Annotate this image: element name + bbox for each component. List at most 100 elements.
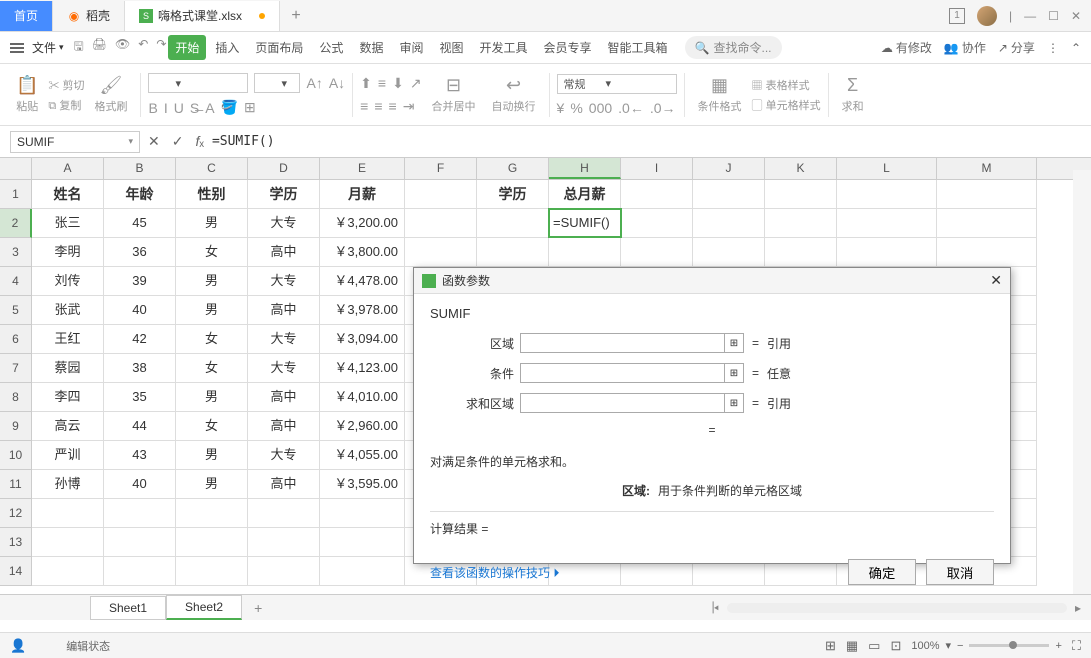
share-button[interactable]: ↗分享 (998, 39, 1035, 56)
row-10[interactable]: 10 (0, 441, 32, 470)
sheet-tab-2[interactable]: Sheet2 (166, 595, 242, 620)
col-H[interactable]: H (549, 158, 621, 179)
row-7[interactable]: 7 (0, 354, 32, 383)
dec-font-icon[interactable]: A↓ (329, 75, 345, 91)
font-select[interactable]: ▾ (148, 73, 248, 93)
cut-button[interactable]: ✂ 剪切 (48, 77, 84, 93)
cell-K2[interactable] (765, 209, 837, 237)
cell-C3[interactable]: 女 (176, 238, 248, 266)
redo-icon[interactable]: ↷ (156, 37, 166, 58)
menu-review[interactable]: 审阅 (392, 35, 430, 60)
cell-F1[interactable] (405, 180, 477, 208)
range-picker-icon[interactable]: ⊞ (724, 393, 744, 413)
scroll-start-icon[interactable]: ⎹◂ (702, 600, 719, 615)
cell-J2[interactable] (693, 209, 765, 237)
dialog-titlebar[interactable]: 函数参数 ✕ (414, 268, 1010, 294)
tab-home[interactable]: 首页 (0, 1, 53, 31)
cell-C5[interactable]: 男 (176, 296, 248, 324)
cell-E14[interactable] (320, 557, 405, 585)
cell-A14[interactable] (32, 557, 104, 585)
cell-A10[interactable]: 严训 (32, 441, 104, 469)
zoom-control[interactable]: 100%▾ − + (911, 639, 1062, 652)
cell-B7[interactable]: 38 (104, 354, 176, 382)
menu-formula[interactable]: 公式 (312, 35, 350, 60)
maximize-button[interactable]: ☐ (1048, 9, 1059, 23)
cell-L2[interactable] (837, 209, 937, 237)
view-layout-icon[interactable]: ▦ (846, 638, 858, 654)
cell-D14[interactable] (248, 557, 320, 585)
cell-E1[interactable]: 月薪 (320, 180, 405, 208)
tab-daoke[interactable]: ◉稻壳 (53, 1, 125, 31)
add-sheet-button[interactable]: + (242, 600, 274, 616)
cell-C12[interactable] (176, 499, 248, 527)
cell-K1[interactable] (765, 180, 837, 208)
expand-icon[interactable]: ⛶ (1072, 638, 1081, 654)
menu-tools[interactable]: 智能工具箱 (601, 35, 675, 60)
menu-view[interactable]: 视图 (432, 35, 470, 60)
cell-C14[interactable] (176, 557, 248, 585)
col-L[interactable]: L (837, 158, 937, 179)
cell-E6[interactable]: ￥3,094.00 (320, 325, 405, 353)
cell-M3[interactable] (937, 238, 1037, 266)
cell-G2[interactable] (477, 209, 549, 237)
row-12[interactable]: 12 (0, 499, 32, 528)
collab-button[interactable]: 👥协作 (944, 39, 986, 56)
cell-A8[interactable]: 李四 (32, 383, 104, 411)
cond-format[interactable]: ▦条件格式 (692, 75, 748, 114)
cell-A2[interactable]: 张三 (32, 209, 104, 237)
cell-D6[interactable]: 大专 (248, 325, 320, 353)
cell-C4[interactable]: 男 (176, 267, 248, 295)
cell-style[interactable]: ▢ 单元格样式 (752, 97, 821, 113)
orient-icon[interactable]: ↗ (410, 75, 422, 92)
zoom-out-icon[interactable]: − (957, 640, 963, 652)
row-8[interactable]: 8 (0, 383, 32, 412)
align-center-icon[interactable]: ≡ (374, 98, 382, 114)
cell-E11[interactable]: ￥3,595.00 (320, 470, 405, 498)
chevron-up-icon[interactable]: ⌃ (1071, 41, 1081, 55)
cell-D7[interactable]: 大专 (248, 354, 320, 382)
cell-B11[interactable]: 40 (104, 470, 176, 498)
cell-A4[interactable]: 刘传 (32, 267, 104, 295)
cell-A5[interactable]: 张武 (32, 296, 104, 324)
cell-D5[interactable]: 高中 (248, 296, 320, 324)
underline-icon[interactable]: U (174, 100, 184, 116)
cell-H2[interactable]: =SUMIF() (549, 209, 621, 237)
select-all-corner[interactable] (0, 158, 32, 179)
zoom-in-icon[interactable]: + (1055, 640, 1061, 652)
cell-C13[interactable] (176, 528, 248, 556)
avatar[interactable] (977, 6, 997, 26)
cell-A3[interactable]: 李明 (32, 238, 104, 266)
cell-C1[interactable]: 性别 (176, 180, 248, 208)
cell-B8[interactable]: 35 (104, 383, 176, 411)
cell-D10[interactable]: 大专 (248, 441, 320, 469)
param-input[interactable] (520, 363, 725, 383)
cell-E8[interactable]: ￥4,010.00 (320, 383, 405, 411)
size-select[interactable]: ▾ (254, 73, 300, 93)
col-A[interactable]: A (32, 158, 104, 179)
reading-icon[interactable]: ⊡ (890, 638, 901, 654)
view-normal-icon[interactable]: ⊞ (825, 638, 836, 654)
row-4[interactable]: 4 (0, 267, 32, 296)
cell-B9[interactable]: 44 (104, 412, 176, 440)
align-bot-icon[interactable]: ⬇ (392, 75, 404, 92)
cell-B14[interactable] (104, 557, 176, 585)
hamburger-icon[interactable] (10, 43, 24, 53)
cell-E4[interactable]: ￥4,478.00 (320, 267, 405, 295)
row-2[interactable]: 2 (0, 209, 32, 238)
zoom-slider[interactable] (969, 644, 1049, 647)
cell-E13[interactable] (320, 528, 405, 556)
align-top-icon[interactable]: ⬆ (360, 75, 372, 92)
menu-data[interactable]: 数据 (352, 35, 390, 60)
save-icon[interactable]: 🖫 (74, 37, 84, 58)
cell-B10[interactable]: 43 (104, 441, 176, 469)
person-icon[interactable]: 👤 (10, 638, 26, 654)
name-box[interactable]: SUMIF▾ (10, 131, 140, 153)
sheet-tab-1[interactable]: Sheet1 (90, 596, 166, 620)
scroll-right-icon[interactable]: ▸ (1075, 601, 1081, 615)
ok-button[interactable]: 确定 (848, 559, 916, 585)
cell-A1[interactable]: 姓名 (32, 180, 104, 208)
menu-start[interactable]: 开始 (168, 35, 206, 60)
cell-G3[interactable] (477, 238, 549, 266)
number-format-select[interactable]: 常规▾ (557, 74, 677, 94)
col-B[interactable]: B (104, 158, 176, 179)
